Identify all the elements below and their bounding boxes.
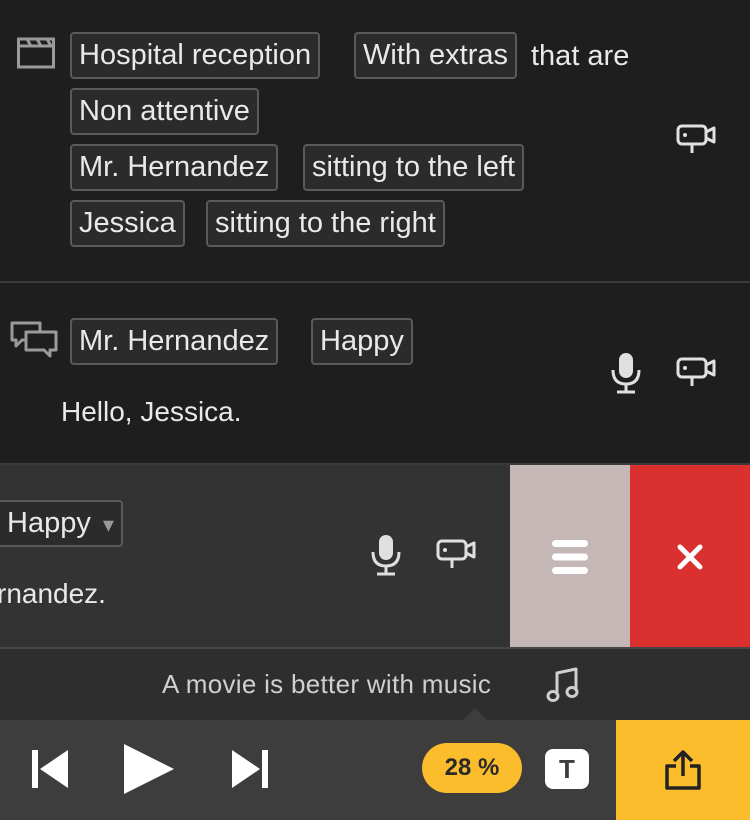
close-icon <box>677 544 703 570</box>
clapperboard-icon <box>17 37 55 69</box>
scene-card[interactable]: Hospital reception With extras that are … <box>0 0 750 283</box>
extras-state-tag[interactable]: Non attentive <box>70 88 259 135</box>
skip-previous-icon[interactable] <box>30 748 70 790</box>
camera-icon[interactable] <box>436 537 476 571</box>
share-button[interactable] <box>616 720 750 820</box>
speech-bubbles-icon <box>10 321 58 358</box>
progress-pointer <box>463 708 487 720</box>
dialogue-card-swiped[interactable]: Happy ▾ rnandez. <box>0 465 750 649</box>
play-icon[interactable] <box>122 742 176 796</box>
dialogue-card[interactable]: Mr. Hernandez Happy Hello, Jessica. <box>0 283 750 465</box>
camera-icon[interactable] <box>676 122 716 156</box>
character-position-tag-right[interactable]: sitting to the right <box>206 200 445 247</box>
microphone-icon[interactable] <box>370 534 402 576</box>
mood-dropdown[interactable]: Happy ▾ <box>0 500 123 547</box>
share-icon <box>665 750 701 790</box>
character-tag-hernandez[interactable]: Mr. Hernandez <box>70 144 279 191</box>
mood-tag[interactable]: Happy <box>311 318 413 365</box>
character-tag-jessica[interactable]: Jessica <box>70 200 185 247</box>
hamburger-icon <box>552 540 588 574</box>
dialogue-line[interactable]: Hello, Jessica. <box>61 396 242 428</box>
microphone-icon[interactable] <box>610 352 642 394</box>
player-toolbar <box>0 720 616 820</box>
progress-badge[interactable]: 28 % <box>422 743 522 793</box>
add-music-label: A movie is better with music <box>162 669 492 699</box>
extras-connector-text: that are <box>531 40 630 72</box>
chevron-down-icon: ▾ <box>102 512 114 537</box>
music-note-icon <box>546 667 579 702</box>
camera-icon[interactable] <box>676 355 716 389</box>
character-tag[interactable]: Mr. Hernandez <box>70 318 279 365</box>
delete-button[interactable] <box>630 465 750 647</box>
add-music-row[interactable]: A movie is better with music <box>0 649 750 720</box>
location-tag[interactable]: Hospital reception <box>70 32 321 79</box>
character-position-tag-left[interactable]: sitting to the left <box>303 144 525 191</box>
reorder-button[interactable] <box>510 465 630 647</box>
dialogue-line[interactable]: rnandez. <box>0 578 106 610</box>
text-overlay-button[interactable]: T <box>545 749 589 789</box>
extras-tag[interactable]: With extras <box>354 32 518 79</box>
mood-dropdown-label: Happy <box>7 507 91 539</box>
skip-next-icon[interactable] <box>230 748 270 790</box>
